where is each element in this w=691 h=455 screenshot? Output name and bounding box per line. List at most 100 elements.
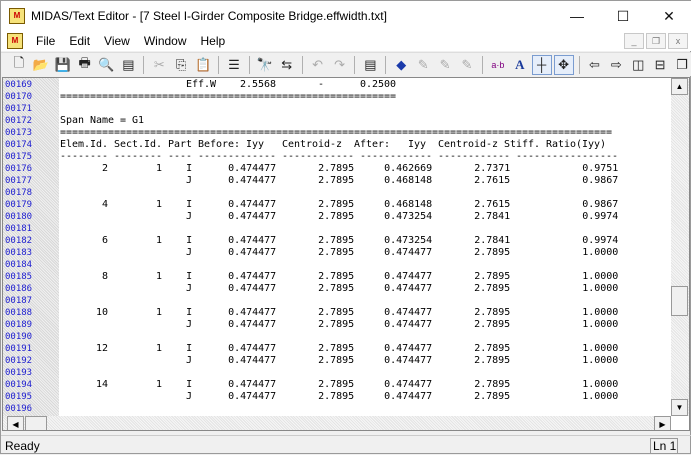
bookmark-button[interactable]: ▤ [360, 55, 380, 75]
line-number: 00179 [5, 200, 33, 210]
cell-before-centroid-z: 2.7895 [318, 199, 355, 210]
spacing [60, 307, 96, 318]
text-line: 00169 Eff.W 2.5568 - 0.2500 [3, 79, 671, 91]
clear-markers-button[interactable]: ✎ [457, 55, 477, 75]
cell-before-centroid-z: 2.7895 [318, 319, 355, 330]
prev-marker-button[interactable]: ✎ [435, 55, 455, 75]
table-row: 4 1 I 0.474477 2.7895 0.468148 2.7615 0.… [60, 199, 618, 211]
next-window-button[interactable]: ⇨ [606, 55, 626, 75]
spacing [192, 211, 228, 222]
text-line: 00174 Elem.Id. Sect.Id. Part Before: Iyy … [3, 139, 671, 151]
table-row: 10 1 I 0.474477 2.7895 0.474477 2.7895 1… [60, 307, 618, 319]
text-line: 00176 2 1 I 0.474477 2.7895 0.462669 2.7… [3, 163, 671, 175]
toolbar-separator [385, 55, 387, 74]
minimize-button[interactable]: — [554, 1, 600, 31]
cascade-button[interactable]: ❐ [672, 55, 691, 75]
print-preview-button[interactable]: 🔍 [97, 55, 117, 75]
vertical-scrollbar[interactable]: ▲ ▼ [671, 78, 689, 416]
spacing [354, 199, 384, 210]
cell-after-centroid-z: 2.7895 [474, 391, 511, 402]
line-number: 00176 [5, 164, 33, 174]
cell-before-centroid-z: 2.7895 [318, 391, 355, 402]
cell-after-iyy: 0.474477 [384, 319, 433, 330]
cell-before-iyy: 0.474477 [228, 247, 277, 258]
cell-after-iyy: 0.474477 [384, 283, 433, 294]
text-content[interactable]: 00169 Eff.W 2.5568 - 0.2500 00170 ========… [3, 79, 671, 416]
undo-button[interactable]: ↶ [308, 55, 328, 75]
spacing [108, 163, 156, 174]
document-icon[interactable]: M [7, 33, 23, 49]
cell-before-iyy: 0.474477 [228, 271, 277, 282]
menu-help[interactable]: Help [194, 34, 233, 48]
spacing [276, 163, 318, 174]
tile-vertical-button[interactable]: ◫ [628, 55, 648, 75]
menu-view[interactable]: View [97, 34, 137, 48]
doc-minimize-button[interactable]: _ [624, 33, 644, 49]
spacing [60, 199, 102, 210]
doc-restore-button[interactable]: ❐ [646, 33, 666, 49]
cut-button[interactable]: ✂ [149, 55, 169, 75]
line-number: 00188 [5, 308, 33, 318]
text-line: 00193 [3, 367, 671, 379]
toolbar-separator [218, 55, 220, 74]
text-line: 00190 [3, 331, 671, 343]
app-icon: M [9, 8, 25, 24]
horizontal-scroll-thumb[interactable] [25, 416, 47, 430]
page-setup-button[interactable]: ▤ [118, 55, 138, 75]
redo-button[interactable]: ↷ [330, 55, 350, 75]
spacing [432, 379, 474, 390]
text-line: 00187 [3, 295, 671, 307]
text-line: 00177 J 0.474477 2.7895 0.468148 2.7615 … [3, 175, 671, 187]
scroll-down-button[interactable]: ▼ [671, 399, 688, 416]
scroll-left-button[interactable]: ◀ [7, 416, 24, 430]
toggle-marker-button[interactable]: ◆ [391, 55, 411, 75]
spacing [432, 199, 474, 210]
cell-after-iyy: 0.474477 [384, 271, 433, 282]
spacing [192, 379, 228, 390]
table-row: J 0.474477 2.7895 0.474477 2.7895 1.0000 [60, 283, 618, 295]
open-folder-button[interactable]: 📂 [31, 55, 51, 75]
save-button[interactable]: 💾 [53, 55, 73, 75]
vertical-scroll-thumb[interactable] [671, 286, 688, 316]
scroll-right-button[interactable]: ▶ [654, 416, 671, 430]
menu-edit[interactable]: Edit [62, 34, 97, 48]
text-line: 00181 [3, 223, 671, 235]
text-line: 00186 J 0.474477 2.7895 0.474477 2.7895 … [3, 283, 671, 295]
close-button[interactable]: ✕ [646, 1, 691, 31]
spacing [162, 343, 186, 354]
maximize-button[interactable]: ☐ [600, 1, 646, 31]
horizontal-scrollbar[interactable]: ◀ ▶ [3, 416, 671, 430]
doc-close-button[interactable]: x [668, 33, 688, 49]
copy-button[interactable]: ⎘ [171, 55, 191, 75]
table-row: 6 1 I 0.474477 2.7895 0.473254 2.7841 0.… [60, 235, 618, 247]
spacing [162, 199, 186, 210]
toolbar-separator [301, 55, 303, 74]
crosshair-button[interactable]: ┼ [531, 54, 552, 75]
spacing [192, 355, 228, 366]
format-button[interactable]: ☰ [224, 55, 244, 75]
menu-file[interactable]: File [29, 34, 62, 48]
text-editor[interactable]: 00169 Eff.W 2.5568 - 0.2500 00170 ========… [2, 77, 690, 431]
cell-stiff-ratio: 1.0000 [582, 247, 619, 258]
fit-window-button[interactable]: ✥ [553, 54, 574, 75]
new-file-button[interactable]: 🗋 [9, 55, 29, 75]
spacing [510, 211, 582, 222]
font-button[interactable]: A [510, 55, 530, 75]
prev-window-button[interactable]: ⇦ [585, 55, 605, 75]
tile-horizontal-button[interactable]: ⊟ [650, 55, 670, 75]
find-replace-button[interactable]: ⇆ [277, 55, 297, 75]
spacing [60, 319, 108, 330]
cell-before-centroid-z: 2.7895 [318, 343, 355, 354]
text-line: 00194 14 1 I 0.474477 2.7895 0.474477 2.… [3, 379, 671, 391]
cell-stiff-ratio: 1.0000 [582, 343, 619, 354]
show-whitespace-button[interactable]: a·b [488, 55, 508, 75]
paste-button[interactable]: 📋 [193, 55, 213, 75]
scroll-up-button[interactable]: ▲ [671, 78, 688, 95]
text-line: 00191 12 1 I 0.474477 2.7895 0.474477 2.… [3, 343, 671, 355]
table-row: J 0.474477 2.7895 0.473254 2.7841 0.9974 [60, 211, 618, 223]
print-button[interactable]: 🖶 [75, 55, 95, 75]
menu-window[interactable]: Window [137, 34, 194, 48]
next-marker-button[interactable]: ✎ [413, 55, 433, 75]
find-button[interactable]: 🔭 [255, 55, 275, 75]
cell-before-iyy: 0.474477 [228, 235, 277, 246]
